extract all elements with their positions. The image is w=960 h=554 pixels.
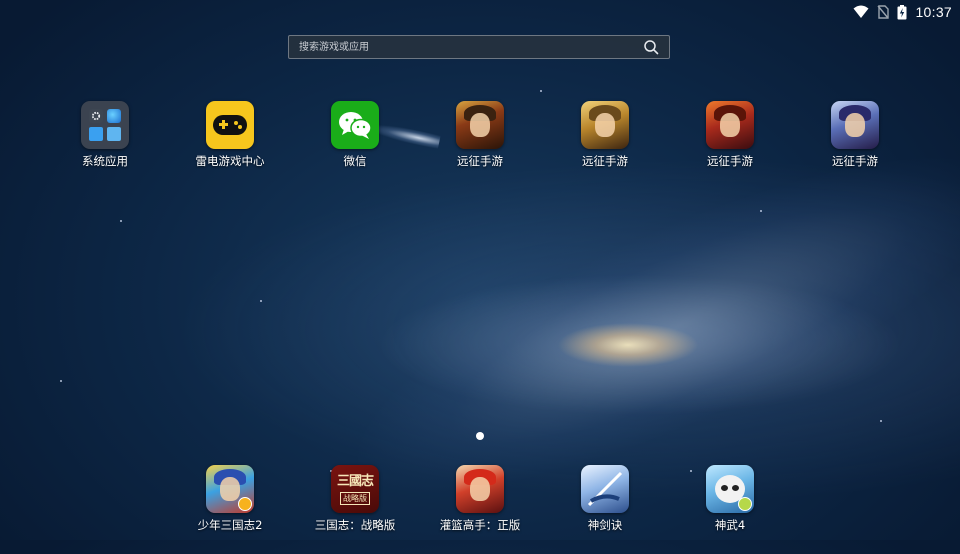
app-shenwu-4[interactable]: 神武4 (675, 465, 785, 533)
app-yuanzheng-1[interactable]: 远征手游 (425, 101, 535, 169)
file-icon (89, 127, 103, 141)
app-label[interactable]: 远征手游 (832, 153, 878, 169)
star (120, 220, 122, 222)
app-label[interactable]: 神剑诀 (588, 517, 623, 533)
app-label[interactable]: 雷电游戏中心 (196, 153, 265, 169)
page-indicator-dot[interactable] (476, 432, 484, 440)
badge-icon (738, 497, 752, 511)
app-system-apps[interactable]: 系统应用 (50, 101, 160, 169)
app-label[interactable]: 三国志：战略版 (315, 517, 396, 533)
app-label[interactable]: 远征手游 (457, 153, 503, 169)
star (540, 90, 542, 92)
wechat-icon[interactable] (331, 101, 379, 149)
badge-icon (238, 497, 252, 511)
app-label[interactable]: 少年三国志2 (198, 517, 263, 533)
game-art-icon[interactable] (456, 465, 504, 513)
app-yuanzheng-2[interactable]: 远征手游 (550, 101, 660, 169)
battery-charging-icon (897, 4, 907, 20)
app-sanguozhi-zhanlue[interactable]: 三國志 战略版 三国志：战略版 (300, 465, 410, 533)
app-label[interactable]: 远征手游 (582, 153, 628, 169)
app-slam-dunk[interactable]: 灌篮高手：正版 (425, 465, 535, 533)
app-yuanzheng-3[interactable]: 远征手游 (675, 101, 785, 169)
no-sim-icon (877, 5, 890, 19)
game-art-icon[interactable] (706, 465, 754, 513)
browser-icon (107, 109, 121, 123)
star (760, 210, 762, 212)
game-art-icon[interactable] (831, 101, 879, 149)
wifi-icon (853, 5, 869, 19)
gamepad-icon[interactable] (206, 101, 254, 149)
app-label[interactable]: 远征手游 (707, 153, 753, 169)
search-input[interactable] (289, 35, 643, 59)
clock-time: 10:37 (915, 4, 952, 20)
folder-icon[interactable] (81, 101, 129, 149)
status-bar: 10:37 (853, 0, 960, 24)
game-art-subtitle: 战略版 (340, 491, 370, 505)
game-art-title: 三國志 (336, 473, 374, 489)
photo-icon (107, 127, 121, 141)
star (260, 300, 262, 302)
app-label[interactable]: 系统应用 (82, 153, 128, 169)
search-bar[interactable] (288, 35, 670, 59)
app-yuanzheng-4[interactable]: 远征手游 (800, 101, 910, 169)
app-label[interactable]: 微信 (344, 153, 367, 169)
game-art-icon[interactable] (581, 465, 629, 513)
star (60, 380, 62, 382)
game-art-icon[interactable]: 三國志 战略版 (331, 465, 379, 513)
app-label[interactable]: 灌篮高手：正版 (440, 517, 521, 533)
app-wechat[interactable]: 微信 (300, 101, 410, 169)
app-game-center[interactable]: 雷电游戏中心 (175, 101, 285, 169)
game-art-icon[interactable] (581, 101, 629, 149)
star (880, 420, 882, 422)
game-art-icon[interactable] (456, 101, 504, 149)
app-shaonian-sanguozhi-2[interactable]: 少年三国志2 (175, 465, 285, 533)
search-icon[interactable] (643, 39, 659, 55)
game-art-icon[interactable] (706, 101, 754, 149)
game-art-icon[interactable] (206, 465, 254, 513)
gear-icon (89, 109, 103, 123)
app-label[interactable]: 神武4 (715, 517, 745, 533)
app-shenjianjue[interactable]: 神剑诀 (550, 465, 660, 533)
